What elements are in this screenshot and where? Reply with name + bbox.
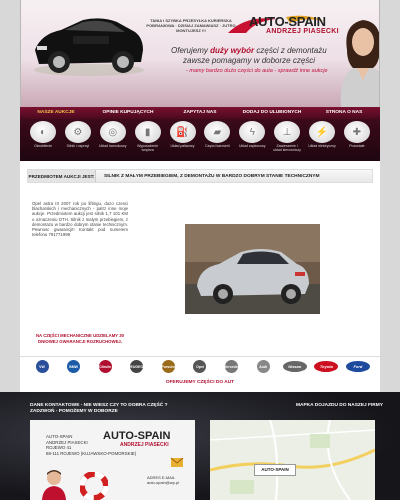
email-link[interactable]: auto-spain@wp.pl [147,480,179,485]
promo-line-2: zawsze pomagamy w doborze części [183,56,316,65]
brand-name: Citroën [98,360,112,373]
fuel-pump-icon: ⛽ [169,121,196,143]
category-label: Silnik i osprzęt [66,144,90,148]
brand-name: Nissan [282,361,307,372]
parts-link-area: OFERUJEMY CZĘŚCI DO AUT [20,376,380,392]
brand-logo-toyota[interactable]: Toyota [314,360,339,374]
address-city: 88-111 ROJEWO (KUJAWSKO-POMORSKIE) [46,450,137,456]
parts-link[interactable]: OFERUJEMY CZĘŚCI DO AUT [20,380,380,385]
category-label: Pozostałe [349,144,365,148]
nav-about-us[interactable]: STRONA O NAS [308,107,380,119]
contact-card: AUTO-SPAIN ANDRZEJ PIASECKI ROJEWO 41 88… [30,420,195,500]
brake-disc-icon: ◎ [99,121,126,143]
category-label: Układ hamulcowy [99,144,127,148]
category-6[interactable]: ϟ Układ zapłonowy [237,121,267,161]
logo-subtitle: ANDRZEJ PIASECKI [266,28,339,35]
category-8[interactable]: ⚡ Układ elektryczny [307,121,337,161]
headlight-icon: ◐ [30,121,56,143]
category-label: Układ paliwowy [170,144,195,148]
brand-name: PEUGEOT [128,360,145,373]
category-label: Oświetlenie [33,144,53,148]
brand-logo-bmw[interactable]: BMW [62,360,86,374]
category-label: Zawieszenie i układ kierowniczy [273,144,301,152]
listing-title-label: PRZEDMIOTEM AUKCJI JEST: [28,170,96,182]
nav-our-auctions[interactable]: NASZE AUKCJE [20,107,92,119]
engine-icon: ⚙ [64,121,91,143]
map-marker-label[interactable]: AUTO-SPAIN [254,464,296,476]
card-logo-subtitle: ANDRZEJ PIASECKI [120,442,169,448]
email-block: ADRES E-MAIL auto-spain@wp.pl [147,475,179,485]
woman-photo [340,20,379,107]
category-3[interactable]: ▮ Wyposażenie wnętrza [133,121,163,161]
brand-logo-ford[interactable]: Ford [345,360,370,374]
lifebuoy-icon [80,472,108,500]
category-4[interactable]: ⛽ Układ paliwowy [168,121,198,161]
warranty-note: NA CZĘŚCI MECHANICZNE UDZIELAMY 30 DNIOW… [35,333,125,344]
category-2[interactable]: ◎ Układ hamulcowy [98,121,128,161]
category-list: ◐ Oświetlenie ⚙ Silnik i osprzęt ◎ Układ hamu… [28,121,372,161]
brand-name: Opel [193,360,207,373]
nav-buyer-reviews[interactable]: OPINIE KUPUJĄCYCH [92,107,164,119]
brand-logo-peugeot[interactable]: PEUGEOT [125,360,149,374]
category-0[interactable]: ◐ Oświetlenie [28,121,58,161]
brand-logo-vw[interactable]: VW [30,360,54,374]
listing-title-bar: PRZEDMIOTEM AUKCJI JEST: SILNIK Z MAŁYM … [27,169,373,183]
brand-name: Ford [345,361,370,372]
ignition-icon: ϟ [239,121,266,143]
footer: DANE KONTAKTOWE - NIE WIESZ CZY TO DOBRA… [0,392,400,500]
category-label: Wyposażenie wnętrza [137,144,159,152]
category-7[interactable]: ⊥ Zawieszenie i układ kierowniczy [272,121,302,161]
brand-name: Mercedes [223,360,240,373]
car-image [34,18,144,76]
envelope-icon [170,457,184,467]
seat-icon: ▮ [134,121,161,143]
brand-logo-citron[interactable]: Citroën [93,360,117,374]
contact-heading-line-2: ZADZWOŃ - POMOŻEMY W DOBORZE [30,409,118,414]
brand-logos-row: VW BMW Citroën PEUGEOT Porsche Opel Mercedes Au… [20,356,380,376]
category-label: Układ zapłonowy [239,144,266,148]
brand-name: BMW [67,360,81,373]
category-strip: ◐ Oświetlenie ⚙ Silnik i osprzęt ◎ Układ hamu… [20,119,380,161]
nav-ask-us[interactable]: ZAPYTAJ NAS [164,107,236,119]
category-label: Części karoserii [205,144,230,148]
contact-person-photo [42,470,66,500]
electrical-icon: ⚡ [309,121,335,143]
brand-logo-audi[interactable]: Audi [251,360,275,374]
listing-car-photo[interactable] [185,224,320,314]
category-label: Układ elektryczny [308,144,336,148]
listing-content: PRZEDMIOTEM AUKCJI JEST: SILNIK Z MAŁYM … [20,161,380,356]
logo-text: AUTO-SPAIN [249,14,326,29]
location-map[interactable]: AUTO-SPAIN [210,420,375,500]
page: TANIA I SZYBKA PRZESYŁKA KURIERSKA POBRA… [0,0,400,500]
brand-name: Toyota [314,361,339,372]
card-logo-text: AUTO-SPAIN [103,430,171,442]
promo-line-1: Oferujemy duży wybór części z demontażu [171,46,327,55]
brand-logo-opel[interactable]: Opel [188,360,212,374]
map-roads [210,420,375,500]
brand-logo-nissan[interactable]: Nissan [282,360,307,374]
contact-heading: DANE KONTAKTOWE - NIE WIESZ CZY TO DOBRA… [30,403,168,415]
other-parts-icon: ✚ [343,121,370,143]
brand-name: VW [35,360,49,373]
header-banner: TANIA I SZYBKA PRZESYŁKA KURIERSKA POBRA… [20,0,380,107]
brand-name: Porsche [161,360,175,373]
listing-title: SILNIK Z MAŁYM PRZEBIEGIEM, Z DEMONTAŻU … [104,173,320,179]
main-nav: NASZE AUKCJE OPINIE KUPUJĄCYCH ZAPYTAJ N… [20,107,380,119]
listing-description: Opel astra III 2007 rok po liftingu, duz… [32,201,128,238]
promo-line-3: - mamy bardzo dużo części do auta - spra… [186,68,328,74]
brand-name: Audi [256,360,270,373]
brand-logo-porsche[interactable]: Porsche [156,360,180,374]
category-1[interactable]: ⚙ Silnik i osprzęt [63,121,93,161]
body-part-icon: ▰ [204,121,231,143]
brand-logo-mercedes[interactable]: Mercedes [220,360,244,374]
nav-add-favorites[interactable]: DODAJ DO ULUBIONYCH [236,107,308,119]
category-9[interactable]: ✚ Pozostałe [342,121,372,161]
suspension-icon: ⊥ [274,121,301,143]
category-5[interactable]: ▰ Części karoserii [202,121,232,161]
map-heading: MAPKA DOJAZDU DO NASZEJ FIRMY [296,403,383,408]
